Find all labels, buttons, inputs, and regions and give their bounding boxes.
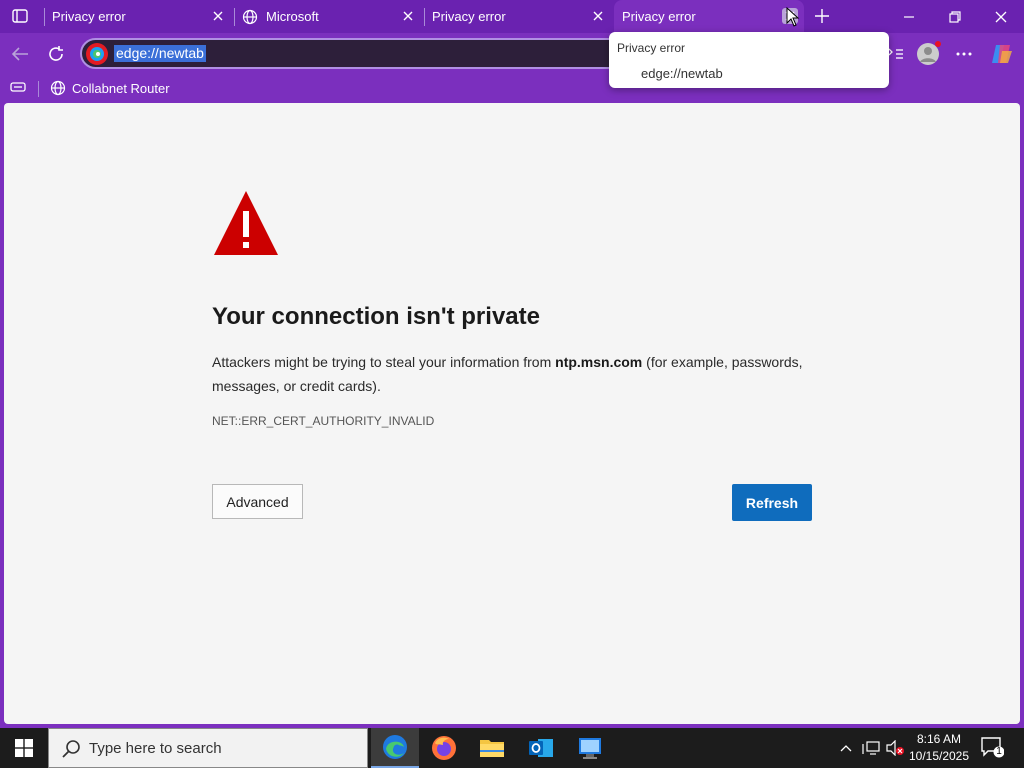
taskbar-app-remote-desktop[interactable]	[566, 728, 614, 768]
page-content: Your connection isn't private Attackers …	[4, 103, 1020, 724]
outlook-icon	[529, 739, 553, 757]
windows-logo-icon	[15, 739, 33, 757]
file-explorer-icon	[480, 740, 504, 757]
advanced-button[interactable]: Advanced	[212, 484, 303, 519]
edge-logo-icon	[86, 43, 108, 65]
search-placeholder: Type here to search	[89, 740, 222, 757]
taskbar-search[interactable]: Type here to search	[48, 728, 368, 768]
taskbar-app-firefox[interactable]	[420, 728, 468, 768]
clock-date: 10/15/2025	[908, 749, 970, 763]
hover-card-title: Privacy error	[617, 41, 686, 55]
globe-icon	[50, 80, 66, 96]
tab-privacy-error-1[interactable]: Privacy error	[44, 0, 232, 33]
more-options-button[interactable]	[950, 40, 978, 68]
clock-time: 8:16 AM	[916, 732, 962, 746]
globe-icon	[242, 9, 258, 28]
remote-desktop-icon	[579, 738, 601, 759]
blocked-domain: ntp.msn.com	[555, 354, 643, 370]
copilot-icon	[992, 45, 1012, 63]
tab-privacy-error-2[interactable]: Privacy error	[424, 0, 612, 33]
profile-icon	[917, 41, 941, 65]
error-code[interactable]: NET::ERR_CERT_AUTHORITY_INVALID	[212, 414, 434, 428]
close-window-button[interactable]	[978, 0, 1024, 33]
mouse-cursor-icon	[786, 7, 800, 27]
copilot-button[interactable]	[988, 40, 1016, 68]
tab-hover-card: Privacy error edge://newtab	[609, 32, 889, 88]
restore-button[interactable]	[932, 0, 978, 33]
tab-title: Microsoft	[266, 9, 319, 24]
close-tab-icon[interactable]	[590, 8, 606, 24]
tab-actions-icon	[12, 9, 28, 23]
refresh-button[interactable]: Refresh	[732, 484, 812, 521]
volume-muted-icon	[886, 740, 904, 756]
tab-title: Privacy error	[432, 9, 506, 24]
refresh-page-button[interactable]	[42, 40, 70, 68]
favorites-separator	[38, 81, 39, 97]
volume-tray-icon[interactable]	[884, 728, 906, 768]
close-tab-icon[interactable]	[400, 8, 416, 24]
taskbar-app-edge[interactable]	[371, 728, 419, 768]
network-tray-icon[interactable]	[860, 728, 882, 768]
tab-title: Privacy error	[622, 9, 696, 24]
search-icon	[62, 740, 80, 758]
warning-triangle-icon	[214, 191, 278, 255]
notification-center-button[interactable]: 1	[980, 736, 1006, 760]
address-bar[interactable]: edge://newtab	[80, 38, 640, 69]
profile-avatar[interactable]	[914, 40, 942, 68]
edge-icon	[383, 735, 407, 759]
favorite-collabnet-router[interactable]: Collabnet Router	[50, 79, 170, 97]
chevron-up-icon	[840, 745, 852, 752]
minimize-icon	[904, 15, 914, 18]
start-button[interactable]	[0, 728, 48, 768]
tab-actions-button[interactable]	[8, 5, 32, 27]
close-tab-icon[interactable]	[210, 8, 226, 24]
new-tab-button[interactable]	[810, 5, 834, 27]
description-text-start: Attackers might be trying to steal your …	[212, 354, 556, 370]
tab-strip: Privacy error Microsoft Privacy error Pr…	[0, 0, 1024, 33]
taskbar: Type here to search 8:16 AM 10/15/2025 1	[0, 728, 1024, 768]
browser-window: Privacy error Microsoft Privacy error Pr…	[0, 0, 1024, 728]
tab-title: Privacy error	[52, 9, 126, 24]
minimize-button[interactable]	[886, 0, 932, 33]
tab-microsoft[interactable]: Microsoft	[234, 0, 422, 33]
back-button[interactable]	[6, 40, 34, 68]
tab-privacy-error-active[interactable]: Privacy error	[614, 0, 804, 33]
taskbar-app-outlook[interactable]	[517, 728, 565, 768]
show-hidden-icons[interactable]	[836, 728, 856, 768]
page-title: Your connection isn't private	[212, 303, 540, 330]
close-icon	[995, 11, 1007, 22]
notification-count: 1	[996, 746, 1002, 757]
taskbar-clock[interactable]: 8:16 AM 10/15/2025	[906, 731, 972, 765]
ellipsis-icon	[956, 52, 972, 56]
restore-icon	[949, 10, 961, 23]
hover-card-url: edge://newtab	[641, 66, 723, 81]
error-description: Attackers might be trying to steal your …	[212, 350, 812, 398]
reload-icon	[49, 46, 63, 61]
sidebar-toggle-icon[interactable]	[10, 80, 26, 99]
network-icon	[862, 741, 880, 755]
address-bar-url[interactable]: edge://newtab	[114, 45, 206, 62]
taskbar-app-file-explorer[interactable]	[468, 728, 516, 768]
favorite-label: Collabnet Router	[72, 80, 170, 96]
back-arrow-icon	[11, 47, 28, 61]
plus-icon	[815, 9, 829, 23]
firefox-icon	[432, 736, 456, 760]
